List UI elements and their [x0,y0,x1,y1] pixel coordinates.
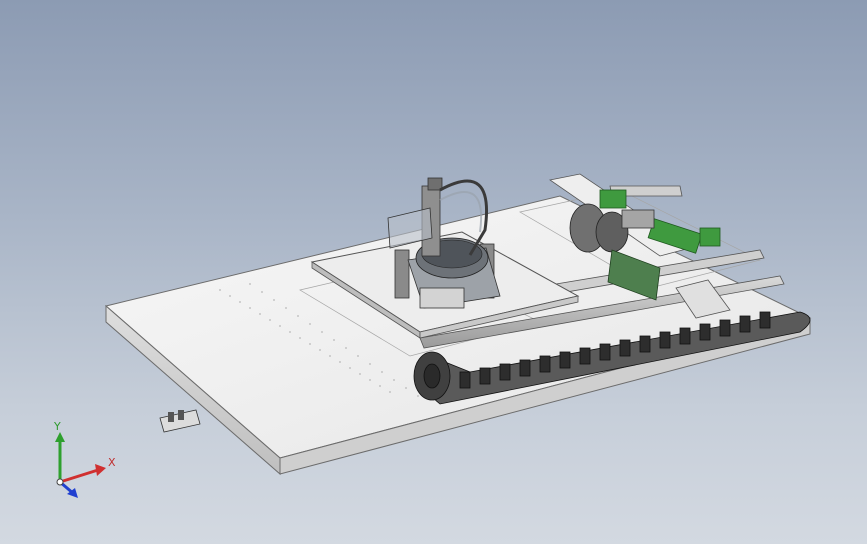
x-axis-icon [59,464,106,484]
cad-assembly-model[interactable] [0,0,867,544]
x-axis-label: X [108,456,116,469]
loose-block-part [159,409,201,433]
axis-triad: Y X [53,420,116,498]
3d-viewport[interactable]: Y X [0,0,867,544]
triad-origin-icon [56,478,64,486]
y-axis-label: Y [53,420,61,433]
z-axis-icon [59,480,78,498]
y-axis-icon [55,432,65,482]
